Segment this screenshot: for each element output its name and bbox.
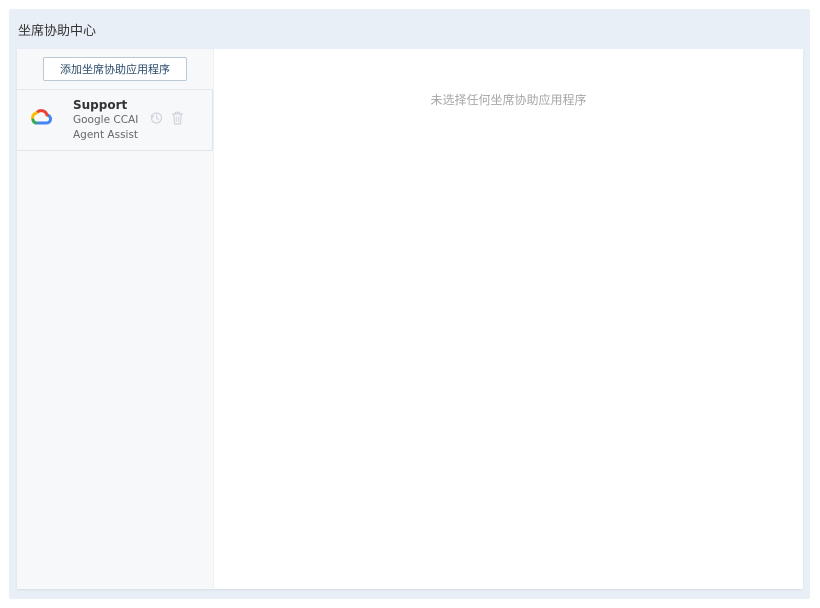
empty-state-message: 未选择任何坐席协助应用程序 [430,93,587,107]
trash-icon[interactable] [171,111,184,125]
history-icon[interactable] [150,111,163,125]
app-provider: Google CCAI [73,114,139,126]
app-item-text: Support Google CCAI Agent Assist [73,98,138,143]
agent-assist-center: 坐席协助中心 添加坐席协助应用程序 Support Google CCAI Ag… [9,9,810,599]
app-name: Support [73,98,128,112]
content-area: 未选择任何坐席协助应用程序 [214,49,803,589]
main-panel: 添加坐席协助应用程序 Support Google CCAI Agent Ass… [17,49,803,589]
app-type: Agent Assist [73,129,139,141]
sidebar: 添加坐席协助应用程序 Support Google CCAI Agent Ass… [17,49,214,589]
page-title: 坐席协助中心 [18,23,97,39]
google-cloud-icon [31,109,52,125]
list-item-agent-assist-app[interactable]: Support Google CCAI Agent Assist [17,90,213,151]
app-item-actions [150,111,184,125]
add-agent-assist-app-button[interactable]: 添加坐席协助应用程序 [43,57,187,81]
add-button-bar: 添加坐席协助应用程序 [17,49,213,90]
